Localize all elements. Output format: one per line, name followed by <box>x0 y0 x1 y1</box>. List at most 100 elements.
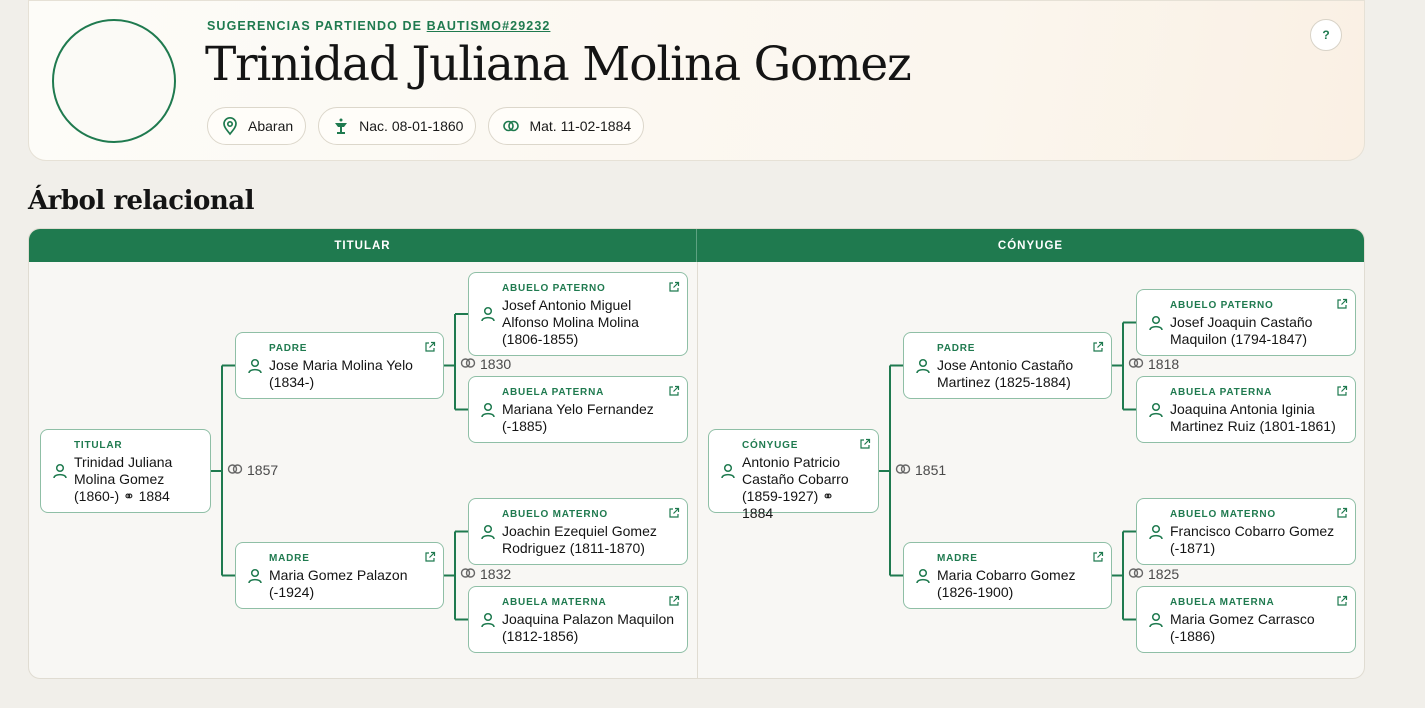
tree-node-left-pgf[interactable]: ABUELO PATERNO Josef Antonio Miguel Alfon… <box>468 272 688 356</box>
person-icon <box>246 567 264 585</box>
birth-pill: Nac. 08-01-1860 <box>318 107 477 145</box>
person-header-card: SUGERENCIAS PARTIENDO DE BAUTISMO#29232 … <box>28 0 1365 161</box>
union-year-label: 1857 <box>247 462 279 478</box>
person-icon <box>914 357 932 375</box>
tree-node-right-father[interactable]: PADRE Jose Antonio Castaño Martinez (1825… <box>903 332 1112 399</box>
external-link-icon[interactable] <box>1336 384 1348 396</box>
external-link-icon[interactable] <box>668 384 680 396</box>
person-icon <box>479 305 497 323</box>
location-pin-icon <box>223 116 237 136</box>
suggestion-prefix: SUGERENCIAS PARTIENDO DE <box>207 19 423 33</box>
suggestion-source: SUGERENCIAS PARTIENDO DE BAUTISMO#29232 <box>207 19 550 33</box>
node-person-name: Mariana Yelo Fernandez (-1885) <box>502 401 654 434</box>
external-link-icon[interactable] <box>668 506 680 518</box>
rings-icon <box>1128 356 1144 372</box>
person-icon <box>479 401 497 419</box>
node-role: PADRE <box>269 343 308 354</box>
tree-node-right-mgf[interactable]: ABUELO MATERNO Francisco Cobarro Gomez (-… <box>1136 498 1356 565</box>
person-icon <box>1147 611 1165 629</box>
tree-node-right-main[interactable]: CÓNYUGE Antonio Patricio Castaño Cobarro … <box>708 429 879 521</box>
person-icon <box>479 611 497 629</box>
source-record-link[interactable]: BAUTISMO#29232 <box>427 19 551 33</box>
person-icon <box>1147 314 1165 332</box>
union-year-label: 1830 <box>480 356 512 372</box>
help-button[interactable]: ? <box>1310 19 1342 51</box>
union-year-label: 1832 <box>480 566 512 582</box>
person-icon <box>1147 523 1165 541</box>
union-year: 1825 <box>1128 566 1179 582</box>
external-link-icon[interactable] <box>1336 594 1348 606</box>
tree-node-left-pgm[interactable]: ABUELA PATERNA Mariana Yelo Fernandez (-1… <box>468 376 688 443</box>
person-facts: Abaran Nac. 08-01-1860 Mat. 11-02-1884 <box>207 107 645 145</box>
marriage-pill: Mat. 11-02-1884 <box>488 107 645 145</box>
place-label: Abaran <box>248 118 294 134</box>
node-person-name: Antonio Patricio Castaño Cobarro (1859-1… <box>742 454 849 521</box>
node-person-name: Jose Maria Molina Yelo (1834-) <box>269 357 413 390</box>
node-person-name: Joaquina Antonia Iginia Martinez Ruiz (1… <box>1170 401 1336 434</box>
external-link-icon[interactable] <box>1336 506 1348 518</box>
place-pill: Abaran <box>207 107 307 145</box>
node-person-name: Joaquina Palazon Maquilon (1812-1856) <box>502 611 675 644</box>
node-person-name: Maria Gomez Carrasco (-1886) <box>1170 611 1315 644</box>
rings-icon <box>503 120 520 132</box>
node-role: PADRE <box>937 343 976 354</box>
external-link-icon[interactable] <box>1092 550 1104 562</box>
node-role: MADRE <box>937 553 978 564</box>
node-person-name: Josef Antonio Miguel Alfonso Molina Moli… <box>502 297 639 347</box>
rings-icon <box>460 356 476 372</box>
union-year-label: 1825 <box>1148 566 1180 582</box>
tree-node-left-father[interactable]: PADRE Jose Maria Molina Yelo (1834-) <box>235 332 444 399</box>
person-icon <box>51 462 69 480</box>
external-link-icon[interactable] <box>1336 297 1348 309</box>
node-person-name: Maria Gomez Palazon (-1924) <box>269 567 408 600</box>
union-year: 1818 <box>1128 356 1179 372</box>
tree-node-right-mother[interactable]: MADRE Maria Cobarro Gomez (1826-1900) <box>903 542 1112 609</box>
tree-node-right-mgm[interactable]: ABUELA MATERNA Maria Gomez Carrasco (-188… <box>1136 586 1356 653</box>
node-role: ABUELO PATERNO <box>1170 300 1274 311</box>
person-icon <box>479 523 497 541</box>
external-link-icon[interactable] <box>668 280 680 292</box>
node-role: ABUELA MATERNA <box>1170 597 1275 608</box>
external-link-icon[interactable] <box>859 437 871 449</box>
person-icon <box>1147 401 1165 419</box>
rings-icon <box>895 462 911 478</box>
union-year: 1830 <box>460 356 511 372</box>
union-year-label: 1851 <box>915 462 947 478</box>
node-person-name: Josef Joaquin Castaño Maquilon (1794-184… <box>1170 314 1313 347</box>
union-year-label: 1818 <box>1148 356 1180 372</box>
rings-icon <box>460 566 476 582</box>
node-person-name: Jose Antonio Castaño Martinez (1825-1884… <box>937 357 1074 390</box>
node-role: MADRE <box>269 553 310 564</box>
external-link-icon[interactable] <box>1092 340 1104 352</box>
external-link-icon[interactable] <box>668 594 680 606</box>
node-role: ABUELO MATERNO <box>1170 509 1277 520</box>
external-link-icon[interactable] <box>424 340 436 352</box>
tree-node-left-main[interactable]: TITULAR Trinidad Juliana Molina Gomez (18… <box>40 429 211 513</box>
rings-icon <box>227 462 243 478</box>
person-icon <box>914 567 932 585</box>
union-year: 1857 <box>227 462 278 478</box>
node-role: ABUELO PATERNO <box>502 283 606 294</box>
tree-node-left-mgf[interactable]: ABUELO MATERNO Joachin Ezequiel Gomez Rod… <box>468 498 688 565</box>
person-icon <box>246 357 264 375</box>
node-role: CÓNYUGE <box>742 440 799 451</box>
baptism-font-icon <box>335 118 348 134</box>
node-person-name: Francisco Cobarro Gomez (-1871) <box>1170 523 1335 556</box>
node-role: TITULAR <box>74 440 123 451</box>
tree-node-left-mother[interactable]: MADRE Maria Gomez Palazon (-1924) <box>235 542 444 609</box>
section-title: Árbol relacional <box>28 186 254 216</box>
external-link-icon[interactable] <box>424 550 436 562</box>
tree-node-right-pgm[interactable]: ABUELA PATERNA Joaquina Antonia Iginia Ma… <box>1136 376 1356 443</box>
tree-node-right-pgf[interactable]: ABUELO PATERNO Josef Joaquin Castaño Maqu… <box>1136 289 1356 356</box>
node-person-name: Maria Cobarro Gomez (1826-1900) <box>937 567 1076 600</box>
page-title: Trinidad Juliana Molina Gomez <box>205 37 912 92</box>
node-person-name: Joachin Ezequiel Gomez Rodriguez (1811-1… <box>502 523 657 556</box>
avatar <box>52 19 176 143</box>
rings-icon <box>1128 566 1144 582</box>
node-role: ABUELA PATERNA <box>1170 387 1273 398</box>
node-role: ABUELO MATERNO <box>502 509 609 520</box>
marriage-label: Mat. 11-02-1884 <box>529 118 632 134</box>
birth-label: Nac. 08-01-1860 <box>359 118 464 134</box>
relational-tree: TITULAR CÓNYUGE TITULAR Trinidad Juliana … <box>28 228 1365 679</box>
tree-node-left-mgm[interactable]: ABUELA MATERNA Joaquina Palazon Maquilon … <box>468 586 688 653</box>
